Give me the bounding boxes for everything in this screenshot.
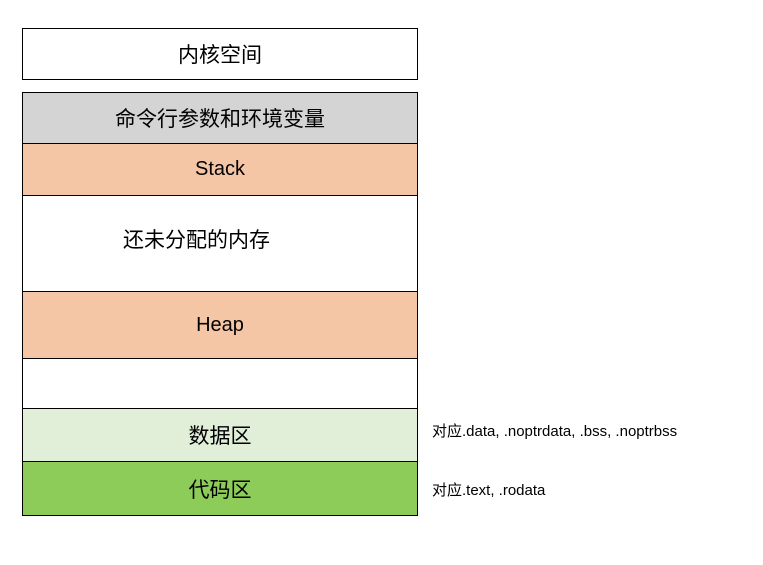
data-segment: 数据区 (22, 408, 418, 462)
heap-segment: Heap (22, 291, 418, 359)
unallocated-segment: 还未分配的内存 (22, 195, 418, 292)
env-args-segment: 命令行参数和环境变量 (22, 92, 418, 144)
code-segment-note: 对应.text, .rodata (432, 482, 546, 499)
data-segment-note: 对应.data, .noptrdata, .bss, .noptrbss (432, 423, 678, 440)
stack-segment: Stack (22, 143, 418, 196)
kernel-space-box: 内核空间 (22, 28, 418, 80)
process-memory-layout: 命令行参数和环境变量 Stack 还未分配的内存 Heap 数据区 代码区 (22, 92, 418, 516)
code-segment-label: 代码区 (188, 477, 252, 502)
data-segment-label: 数据区 (188, 424, 252, 448)
env-args-label: 命令行参数和环境变量 (115, 107, 325, 131)
code-segment: 代码区 (22, 461, 418, 516)
stack-label: Stack (194, 158, 246, 180)
kernel-space-label: 内核空间 (178, 43, 262, 67)
unallocated-label: 还未分配的内存 (123, 228, 270, 252)
heap-label: Heap (196, 313, 244, 336)
gap-segment (22, 358, 418, 409)
